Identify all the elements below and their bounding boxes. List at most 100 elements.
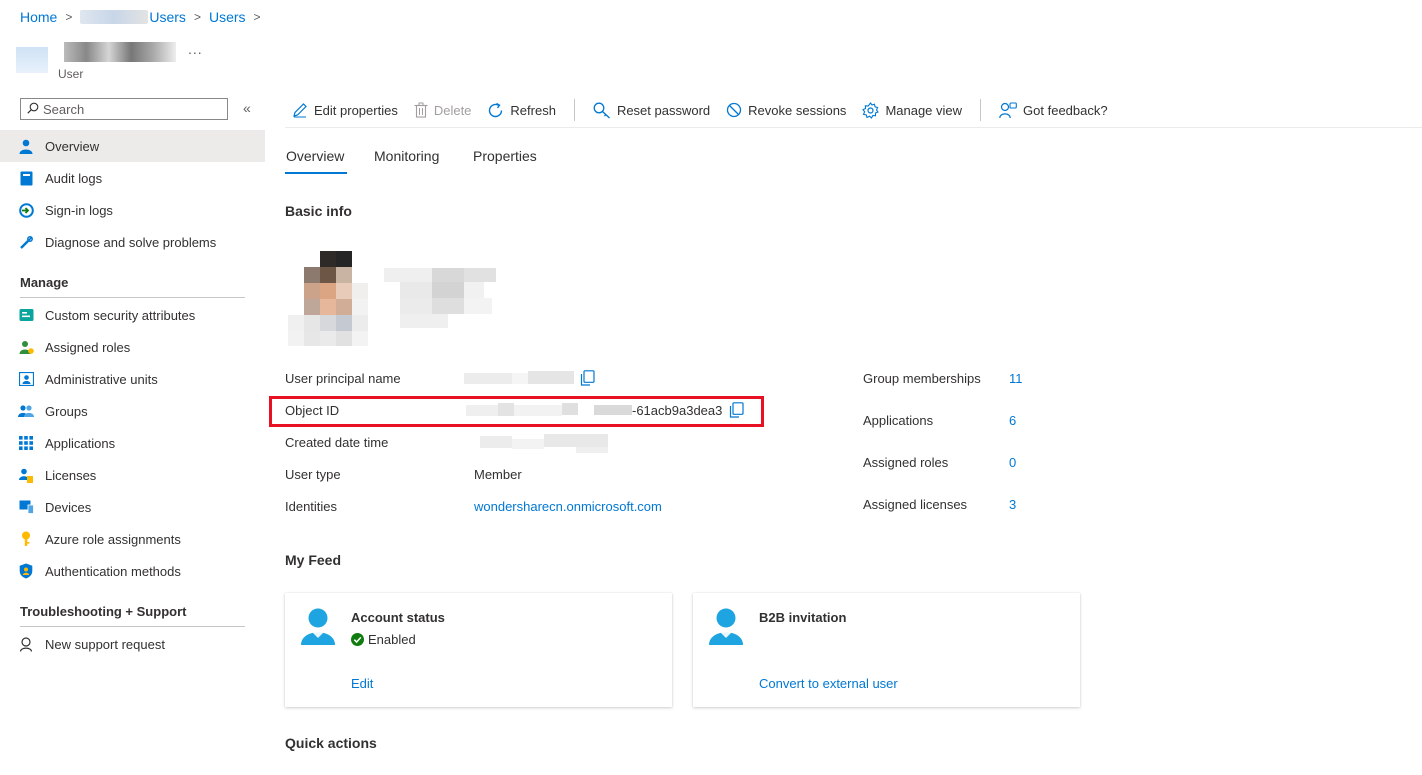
account-status-title: Account status: [351, 610, 445, 625]
sidebar-item-new-support-request[interactable]: New support request: [0, 628, 265, 660]
assigned-roles-count[interactable]: 0: [1009, 455, 1016, 470]
sidebar-item-label: Custom security attributes: [45, 307, 196, 323]
trash-icon: [414, 102, 428, 118]
support-icon: [18, 636, 34, 652]
check-circle-icon: [351, 633, 364, 646]
gear-icon: [862, 101, 880, 119]
sidebar-item-devices[interactable]: Devices: [0, 491, 265, 523]
sidebar-item-label: Sign-in logs: [45, 202, 113, 218]
manage-view-button[interactable]: Manage view: [862, 101, 963, 119]
sidebar-section-troubleshooting: Troubleshooting + Support: [20, 604, 187, 619]
convert-external-user-link[interactable]: Convert to external user: [759, 676, 898, 691]
redacted-upn-value: [464, 370, 576, 386]
created-date-label: Created date time: [285, 435, 389, 450]
assigned-licenses-label: Assigned licenses: [863, 497, 968, 512]
sign-in-icon: [18, 202, 34, 218]
tab-properties[interactable]: Properties: [473, 148, 537, 164]
roles-icon: [18, 339, 34, 355]
upn-label: User principal name: [285, 371, 401, 386]
edit-properties-button[interactable]: Edit properties: [292, 102, 398, 118]
sidebar-item-label: Audit logs: [45, 170, 103, 186]
refresh-label: Refresh: [510, 102, 556, 118]
sidebar-item-licenses[interactable]: Licenses: [0, 459, 265, 491]
group-memberships-label: Group memberships: [863, 371, 981, 386]
sidebar-item-label: Diagnose and solve problems: [45, 234, 217, 250]
command-bar: Edit properties Delete Refresh Reset pas…: [292, 98, 1124, 122]
sidebar-item-custom-security-attributes[interactable]: Custom security attributes: [0, 299, 265, 331]
identities-link[interactable]: wondersharecn.onmicrosoft.com: [474, 499, 662, 514]
chevron-right-icon: >: [193, 10, 201, 24]
sidebar-item-label: Applications: [45, 435, 116, 451]
sidebar-item-administrative-units[interactable]: Administrative units: [0, 363, 265, 395]
active-tab-indicator: [285, 172, 347, 174]
key-search-icon: [593, 102, 611, 119]
pencil-icon: [292, 102, 308, 118]
b2b-invitation-title: B2B invitation: [759, 610, 847, 625]
copy-upn-button[interactable]: [580, 370, 595, 389]
tab-overview[interactable]: Overview: [286, 148, 344, 164]
sidebar-item-label: New support request: [45, 636, 165, 652]
reset-password-label: Reset password: [616, 102, 711, 118]
toolbar-divider: [573, 99, 575, 121]
groups-icon: [18, 403, 34, 419]
revoke-sessions-button[interactable]: Revoke sessions: [726, 102, 846, 118]
user-type-label: User type: [285, 467, 341, 482]
sidebar-item-sign-in-logs[interactable]: Sign-in logs: [0, 194, 265, 226]
section-divider: [20, 626, 245, 627]
my-feed-title: My Feed: [285, 552, 342, 568]
chevron-right-icon: >: [65, 10, 73, 24]
manage-view-label: Manage view: [885, 102, 963, 118]
devices-icon: [18, 499, 34, 515]
sidebar-item-authentication-methods[interactable]: Authentication methods: [0, 555, 265, 587]
toolbar-divider-line: [285, 127, 1422, 128]
search-icon: [27, 102, 39, 117]
got-feedback-button[interactable]: Got feedback?: [999, 101, 1108, 119]
redacted-profile-photo: [288, 251, 384, 346]
delete-button[interactable]: Delete: [414, 102, 471, 118]
redacted-created-date: [480, 433, 610, 453]
sidebar-item-groups[interactable]: Groups: [0, 395, 265, 427]
user-icon: [709, 608, 743, 648]
redacted-profile-name: [384, 268, 514, 330]
tab-monitoring[interactable]: Monitoring: [374, 148, 439, 164]
sidebar-item-label: Administrative units: [45, 371, 158, 387]
basic-info-title: Basic info: [285, 203, 352, 219]
user-type-value: Member: [474, 467, 522, 482]
apps-grid-icon: [18, 435, 34, 451]
toolbar-divider: [980, 99, 982, 121]
sidebar-section-manage: Manage: [20, 275, 69, 290]
search-input[interactable]: [43, 101, 213, 117]
assigned-roles-label: Assigned roles: [863, 455, 949, 470]
assigned-licenses-count[interactable]: 3: [1009, 497, 1016, 512]
refresh-icon: [487, 102, 504, 119]
account-status-state: Enabled: [351, 632, 416, 647]
more-actions-button[interactable]: ...: [188, 41, 203, 57]
sidebar-item-applications[interactable]: Applications: [0, 427, 265, 459]
edit-account-status-link[interactable]: Edit: [351, 676, 373, 691]
feedback-icon: [999, 101, 1017, 119]
reset-password-button[interactable]: Reset password: [593, 102, 710, 119]
collapse-sidebar-button[interactable]: «: [243, 100, 251, 116]
sidebar-item-diagnose[interactable]: Diagnose and solve problems: [0, 226, 265, 258]
key-icon: [18, 531, 34, 547]
sidebar-item-assigned-roles[interactable]: Assigned roles: [0, 331, 265, 363]
sidebar-item-overview[interactable]: Overview: [0, 130, 265, 162]
sidebar-search[interactable]: [20, 98, 228, 120]
breadcrumb-users[interactable]: Users: [209, 9, 246, 25]
sidebar-item-azure-role-assignments[interactable]: Azure role assignments: [0, 523, 265, 555]
sidebar-item-audit-logs[interactable]: Audit logs: [0, 162, 265, 194]
page-subtitle: User: [58, 67, 84, 81]
chevron-right-icon: >: [253, 10, 261, 24]
applications-count[interactable]: 6: [1009, 413, 1016, 428]
group-memberships-count[interactable]: 11: [1009, 371, 1023, 386]
wrench-icon: [18, 234, 34, 250]
sidebar-item-label: Devices: [45, 499, 92, 515]
account-status-card: Account status Enabled Edit: [285, 593, 672, 707]
account-status-value: Enabled: [368, 632, 416, 647]
b2b-invitation-card: B2B invitation Convert to external user: [693, 593, 1080, 707]
revoke-sessions-label: Revoke sessions: [748, 102, 847, 118]
user-icon: [301, 608, 335, 648]
breadcrumb-home[interactable]: Home: [20, 9, 57, 25]
refresh-button[interactable]: Refresh: [487, 102, 556, 119]
breadcrumb-directory-tail[interactable]: Users: [149, 9, 186, 25]
